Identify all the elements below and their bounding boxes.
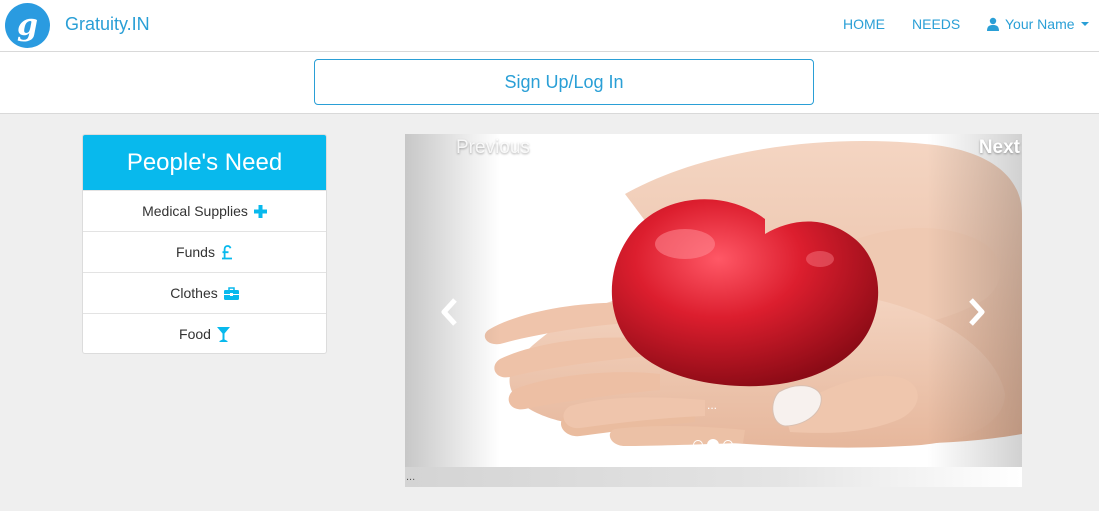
pound-icon xyxy=(221,244,232,259)
chevron-left-icon[interactable] xyxy=(438,297,462,327)
glass-icon xyxy=(216,326,230,342)
navbar: g Gratuity.IN HOME NEEDS Your Name xyxy=(0,0,1099,52)
carousel-footer: ... xyxy=(405,467,1022,487)
need-item-clothes[interactable]: Clothes xyxy=(83,272,326,313)
user-icon xyxy=(987,17,999,31)
nav-needs-link[interactable]: NEEDS xyxy=(912,16,960,32)
brand-link[interactable]: Gratuity.IN xyxy=(65,14,150,35)
user-name: Your Name xyxy=(1005,16,1075,32)
user-dropdown[interactable]: Your Name xyxy=(986,16,1089,32)
need-item-label: Funds xyxy=(176,244,215,260)
carousel-footer-text: ... xyxy=(406,471,416,483)
carousel-previous-label[interactable]: Previous xyxy=(456,137,530,159)
nav-home-link[interactable]: HOME xyxy=(843,16,885,32)
carousel-indicator-1[interactable] xyxy=(693,440,703,450)
need-item-funds[interactable]: Funds xyxy=(83,231,326,272)
carousel-indicators xyxy=(693,439,733,451)
carousel-indicator-2[interactable] xyxy=(707,439,719,451)
logo-icon[interactable]: g xyxy=(5,3,50,48)
panel-title: People's Need xyxy=(83,135,326,190)
briefcase-icon xyxy=(223,286,239,300)
signup-bar: Sign Up/Log In xyxy=(0,52,1099,114)
image-carousel: Previous Next ... ... xyxy=(405,134,1022,487)
need-item-medical-supplies[interactable]: Medical Supplies xyxy=(83,190,326,231)
carousel-caption: ... xyxy=(707,398,718,412)
caret-down-icon xyxy=(1080,22,1089,26)
chevron-right-icon[interactable] xyxy=(964,297,988,327)
carousel-next-label[interactable]: Next xyxy=(979,137,1020,159)
carousel-indicator-3[interactable] xyxy=(723,440,733,450)
need-item-label: Medical Supplies xyxy=(142,203,248,219)
peoples-need-panel: People's Need Medical Supplies Funds Clo… xyxy=(82,134,327,354)
plus-icon xyxy=(253,204,267,218)
need-item-food[interactable]: Food xyxy=(83,313,326,353)
need-item-label: Food xyxy=(179,326,211,342)
need-item-label: Clothes xyxy=(170,285,218,301)
signup-login-button[interactable]: Sign Up/Log In xyxy=(314,59,814,105)
